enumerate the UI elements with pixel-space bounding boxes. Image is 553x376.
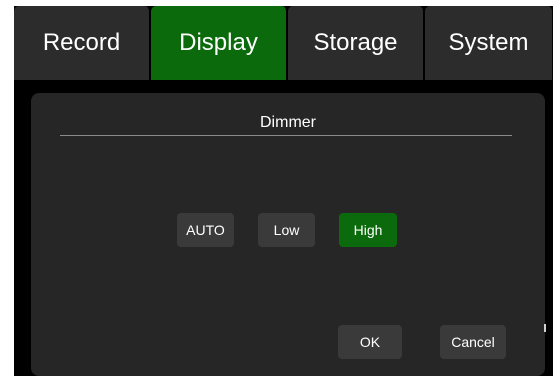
dialog-title: Dimmer <box>260 114 316 131</box>
tab-bar: Record Display Storage System <box>14 6 553 80</box>
dimmer-option-low[interactable]: Low <box>258 213 315 247</box>
cancel-button[interactable]: Cancel <box>440 325 506 359</box>
title-divider <box>60 135 512 136</box>
tab-display[interactable]: Display <box>151 6 287 80</box>
dimmer-option-auto[interactable]: AUTO <box>177 213 234 247</box>
tab-storage[interactable]: Storage <box>288 6 424 80</box>
tab-record[interactable]: Record <box>14 6 150 80</box>
dvr-screen: Record Display Storage System Dimmer AUT… <box>14 6 553 376</box>
tab-system[interactable]: System <box>425 6 553 80</box>
dimmer-option-high[interactable]: High <box>339 213 397 247</box>
ok-button[interactable]: OK <box>338 325 402 359</box>
dimmer-dialog: Dimmer AUTO Low High OK Cancel <box>31 93 545 376</box>
edge-mark <box>544 324 546 332</box>
